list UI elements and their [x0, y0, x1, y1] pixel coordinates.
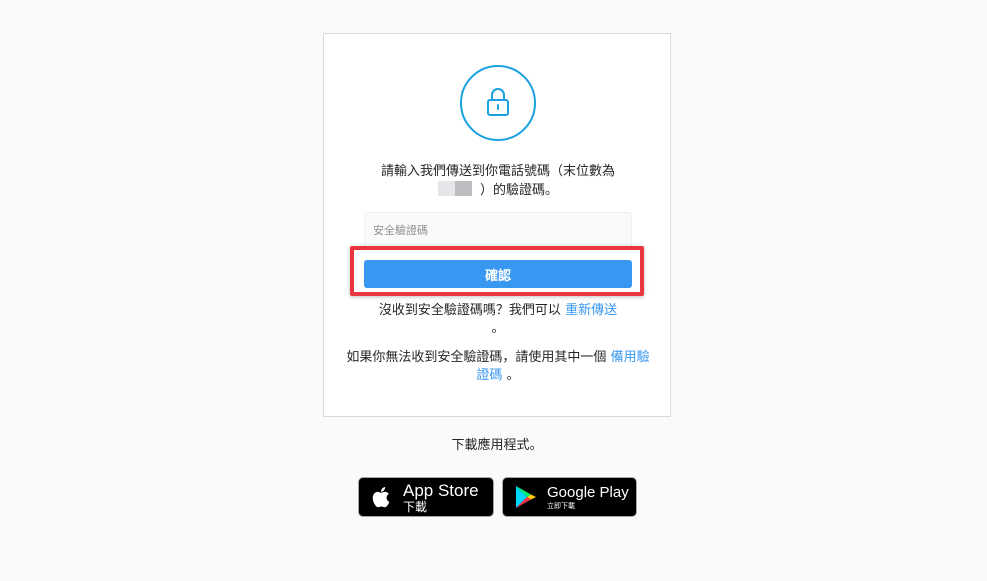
resend-suffix: 。 [491, 321, 505, 336]
instruction-line2-suffix: ）的驗證碼。 [479, 183, 558, 198]
google-play-badge[interactable]: Google Play 立即下載 [502, 477, 637, 517]
google-play-icon [516, 486, 536, 508]
app-store-badge[interactable]: App Store 下載 [358, 477, 494, 517]
app-store-subtitle: 下載 [403, 499, 428, 514]
masked-phone-digits [437, 181, 472, 196]
backup-code-text: 如果你無法收到安全驗證碼，請使用其中一個 備用驗證碼 。 [344, 349, 652, 385]
google-play-title: Google Play [547, 483, 629, 501]
two-factor-card: 請輸入我們傳送到你電話號碼（末位數為 ）的驗證碼。 確認 沒收到安全驗證碼嗎？我… [323, 33, 671, 417]
instruction-line1: 請輸入我們傳送到你電話號碼（末位數為 [380, 164, 615, 179]
resend-prefix: 沒收到安全驗證碼嗎？我們可以 [378, 303, 561, 318]
google-play-subtitle: 立即下載 [547, 501, 575, 510]
backup-prefix: 如果你無法收到安全驗證碼，請使用其中一個 [346, 350, 607, 365]
confirm-button[interactable]: 確認 [364, 260, 632, 288]
download-app-text: 下載應用程式。 [451, 438, 543, 453]
instruction-text: 請輸入我們傳送到你電話號碼（末位數為 ）的驗證碼。 [344, 163, 652, 200]
security-code-input[interactable] [364, 212, 632, 248]
apple-icon [372, 487, 390, 508]
lock-icon [460, 65, 536, 141]
app-store-title: App Store [403, 480, 479, 500]
backup-suffix: 。 [506, 368, 520, 383]
resend-link[interactable]: 重新傳送 [565, 303, 617, 318]
resend-text: 沒收到安全驗證碼嗎？我們可以 重新傳送 。 [344, 302, 652, 338]
